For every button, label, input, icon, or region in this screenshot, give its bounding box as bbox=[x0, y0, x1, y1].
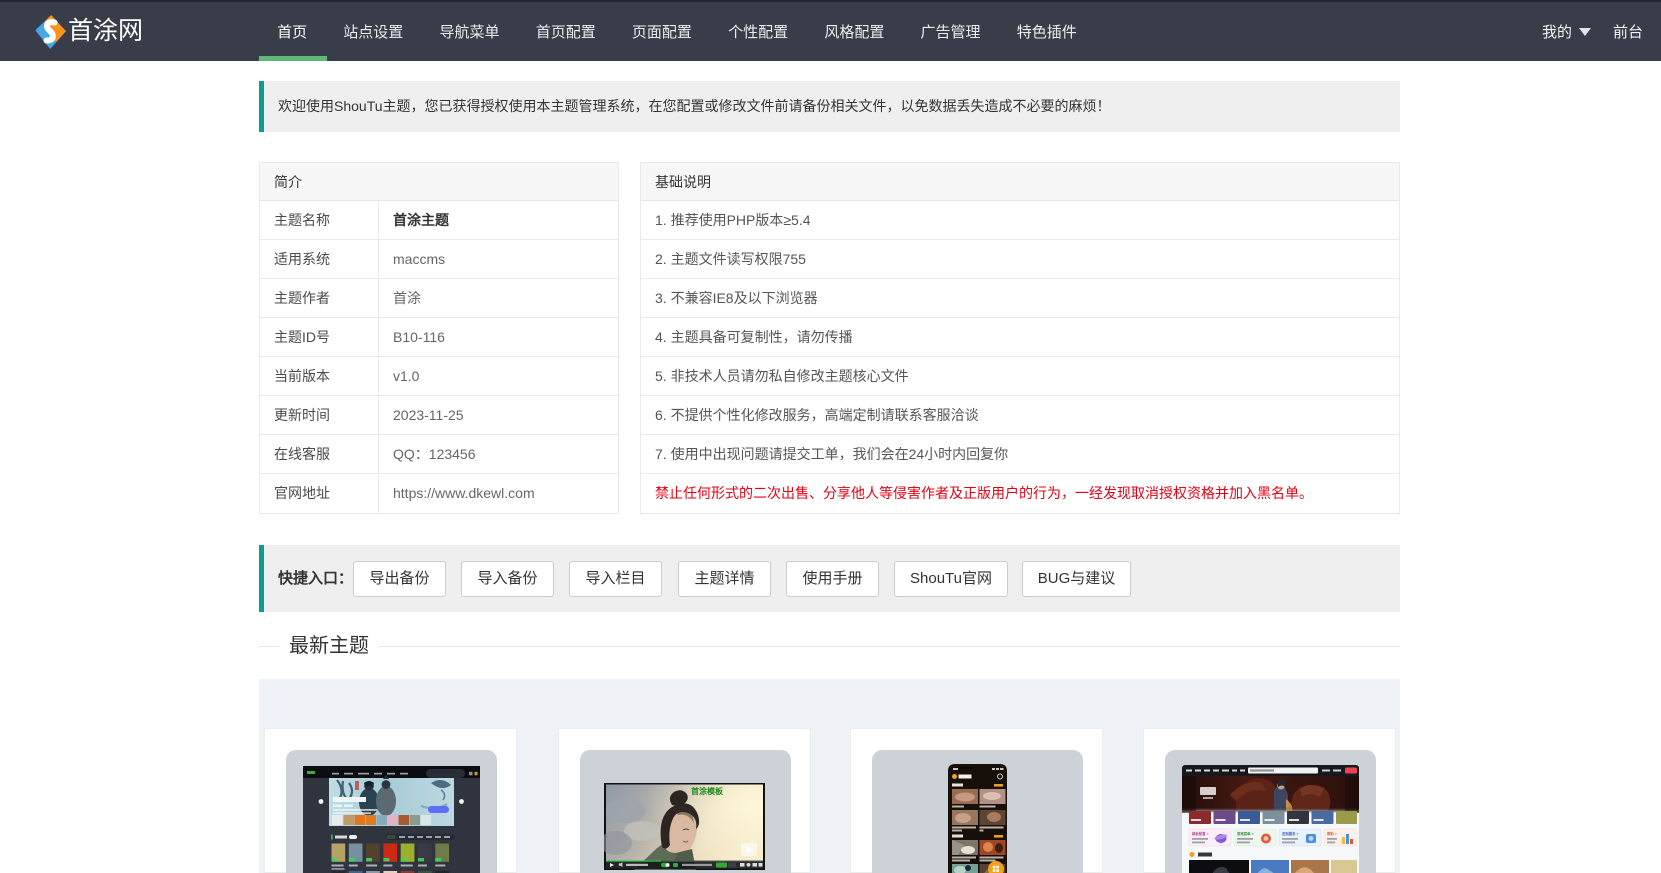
svg-text:常用菜单 >: 常用菜单 > bbox=[1237, 831, 1254, 836]
svg-text:首涂模板: 首涂模板 bbox=[691, 786, 724, 796]
svg-text:定制服务 >: 定制服务 > bbox=[1281, 831, 1299, 836]
svg-text:帮助 >: 帮助 > bbox=[1327, 831, 1337, 836]
svg-text:模板配置 >: 模板配置 > bbox=[1192, 831, 1209, 836]
